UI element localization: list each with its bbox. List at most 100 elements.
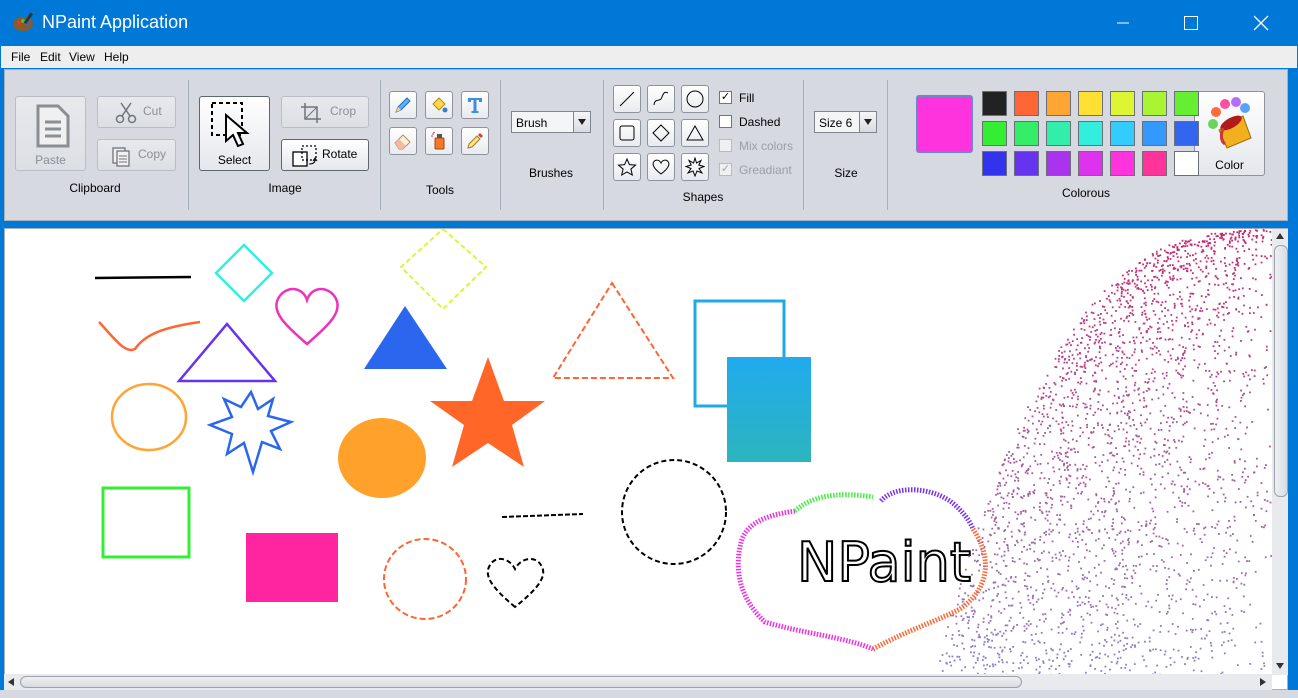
menu-edit[interactable]: Edit: [40, 50, 61, 64]
vertical-scrollbar[interactable]: [1272, 229, 1288, 675]
rotate-button[interactable]: Rotate: [281, 139, 369, 171]
color-swatch[interactable]: [1142, 121, 1167, 146]
color-swatch[interactable]: [1014, 91, 1039, 116]
close-button[interactable]: [1238, 0, 1284, 46]
shape-rectangle-button[interactable]: [613, 119, 641, 147]
scissors-icon: [115, 102, 137, 124]
rotate-icon: [292, 145, 318, 167]
current-color-swatch[interactable]: [916, 95, 973, 153]
canvas-filled-oval: [338, 418, 426, 498]
separator: [887, 80, 888, 210]
canvas-triangle: [176, 322, 278, 383]
tools-group-label: Tools: [425, 183, 454, 197]
color-swatch[interactable]: [1110, 121, 1135, 146]
color-swatch[interactable]: [1078, 121, 1103, 146]
shapes-group-label: Shapes: [682, 190, 724, 204]
canvas-diamond: [214, 243, 274, 303]
scroll-left-icon[interactable]: [8, 678, 14, 686]
horizontal-scrollbar[interactable]: [4, 674, 1272, 690]
color-swatch[interactable]: [1174, 91, 1199, 116]
color-swatch[interactable]: [982, 151, 1007, 176]
spray-can-icon: [431, 131, 445, 150]
select-label: Select: [217, 153, 252, 167]
canvas-rectangle-outline: [101, 486, 191, 559]
shape-diamond-button[interactable]: [647, 119, 675, 147]
canvas-oval-outline: [110, 382, 188, 452]
fill-bucket-tool-button[interactable]: [425, 91, 453, 119]
color-swatch[interactable]: [1046, 121, 1071, 146]
triangle-icon: [686, 124, 704, 141]
pencil-tool-button[interactable]: [389, 91, 417, 119]
color-picker-tool-button[interactable]: [461, 127, 489, 155]
shape-oval-button[interactable]: [681, 85, 709, 113]
cut-button[interactable]: Cut: [97, 96, 176, 128]
circle-icon: [686, 90, 704, 108]
paste-label: Paste: [35, 153, 66, 167]
text-tool-button[interactable]: [461, 91, 489, 119]
fill-label: Fill: [739, 91, 755, 105]
copy-icon: [112, 147, 130, 167]
color-swatch[interactable]: [1046, 151, 1071, 176]
select-button[interactable]: Select: [199, 96, 270, 171]
drawing-canvas[interactable]: NPaint: [4, 228, 1288, 690]
size-select[interactable]: Size 6: [814, 111, 877, 133]
color-swatch[interactable]: [1046, 91, 1071, 116]
color-swatch[interactable]: [1078, 151, 1103, 176]
color-button-label: Color: [1215, 158, 1244, 172]
minimize-button[interactable]: [1100, 0, 1146, 46]
canvas-dashed-large-circle: [621, 459, 727, 565]
color-swatch[interactable]: [1078, 91, 1103, 116]
color-swatch[interactable]: [982, 121, 1007, 146]
menu-help[interactable]: Help: [104, 50, 129, 64]
maximize-button[interactable]: [1168, 0, 1214, 46]
canvas-dashed-diamond: [399, 229, 488, 311]
canvas-line: [94, 275, 192, 280]
clipboard-group-label: Clipboard: [69, 181, 121, 195]
menu-view[interactable]: View: [69, 50, 95, 64]
color-swatch[interactable]: [1174, 121, 1199, 146]
size-select-value: Size 6: [819, 116, 853, 130]
brush-select-value: Brush: [516, 116, 548, 130]
color-swatch[interactable]: [1014, 151, 1039, 176]
color-swatch[interactable]: [1174, 151, 1199, 176]
horizontal-scroll-thumb[interactable]: [20, 676, 1022, 688]
color-swatch[interactable]: [982, 91, 1007, 116]
copy-button[interactable]: Copy: [97, 139, 176, 171]
brush-select[interactable]: Brush: [511, 111, 591, 133]
color-swatch[interactable]: [1142, 151, 1167, 176]
scroll-down-icon[interactable]: [1276, 663, 1284, 669]
menu-file[interactable]: File: [11, 50, 30, 64]
shape-line-button[interactable]: [613, 85, 641, 113]
brushes-group-label: Brushes: [528, 166, 574, 180]
shape-triangle-button[interactable]: [681, 119, 709, 147]
scroll-up-icon[interactable]: [1276, 233, 1284, 239]
shape-star-button[interactable]: [613, 153, 641, 181]
canvas-dashed-circle: [383, 538, 467, 620]
shape-burst-button[interactable]: [681, 153, 709, 181]
app-palette-icon: [13, 12, 34, 31]
canvas-spray-stroke: [793, 492, 874, 513]
text-icon: [468, 98, 482, 113]
crop-button[interactable]: Crop: [281, 96, 369, 128]
canvas-filled-square: [727, 357, 811, 462]
spray-tool-button[interactable]: [425, 127, 453, 155]
shape-curve-button[interactable]: [647, 85, 675, 113]
color-chooser-button[interactable]: Color: [1194, 91, 1265, 176]
color-swatch[interactable]: [1110, 91, 1135, 116]
crop-icon: [301, 103, 321, 123]
color-swatch[interactable]: [1110, 151, 1135, 176]
scroll-right-icon[interactable]: [1260, 678, 1266, 686]
shape-heart-button[interactable]: [647, 153, 675, 181]
colours-group-label: Colorous: [1061, 186, 1111, 200]
separator: [188, 80, 189, 210]
color-swatch[interactable]: [1142, 91, 1167, 116]
rotate-label: Rotate: [322, 147, 358, 161]
paste-button[interactable]: Paste: [15, 96, 86, 171]
vertical-scroll-thumb[interactable]: [1274, 245, 1288, 497]
color-swatch[interactable]: [1014, 121, 1039, 146]
star-icon: [617, 157, 637, 177]
eraser-tool-button[interactable]: [389, 127, 417, 155]
canvas-heart: [275, 287, 339, 346]
chevron-down-icon: [573, 112, 590, 132]
dashed-label: Dashed: [739, 115, 781, 129]
